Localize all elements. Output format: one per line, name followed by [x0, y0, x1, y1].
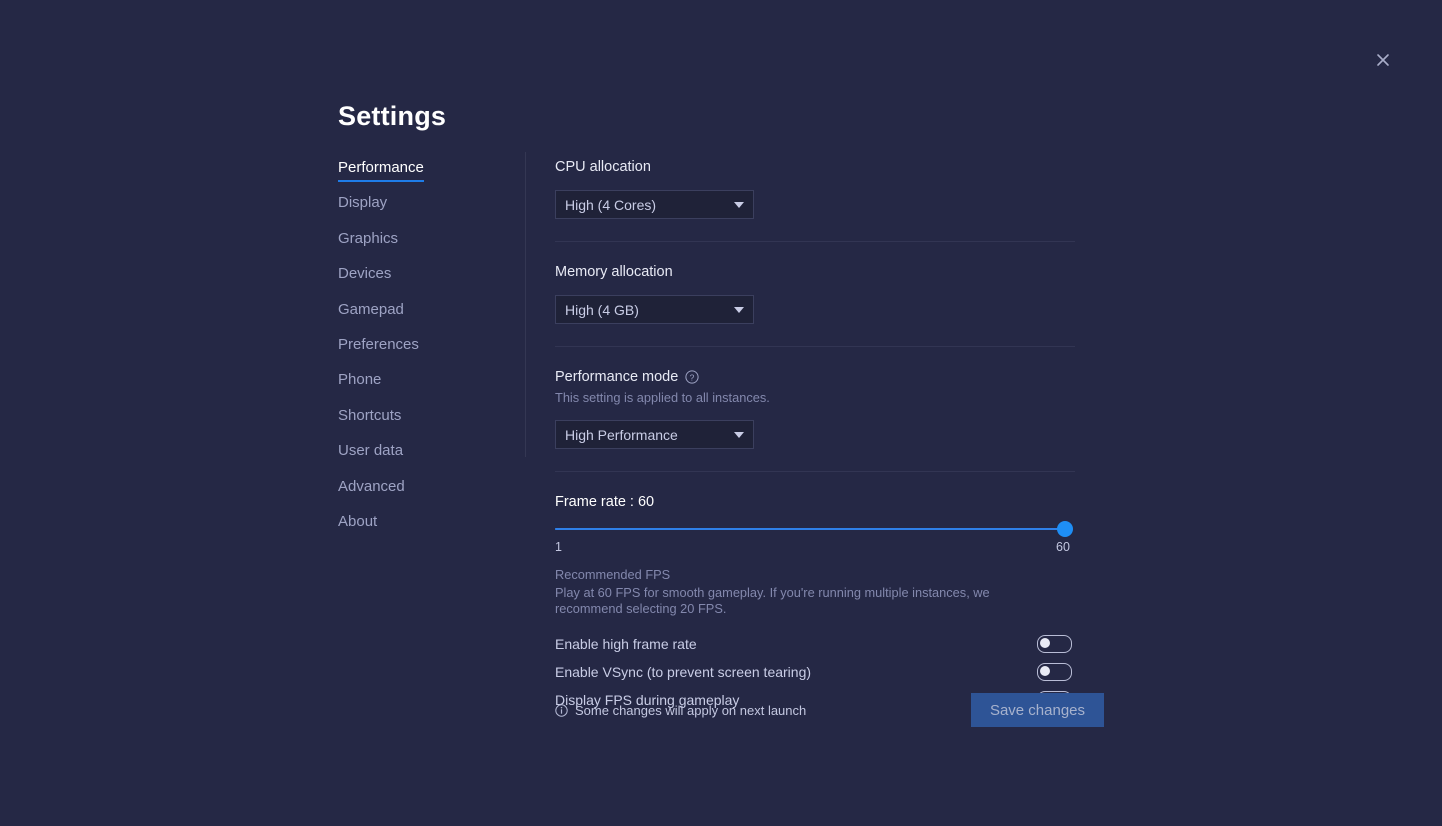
performance-mode-section: Performance mode ? This setting is appli… — [555, 368, 1075, 449]
toggle-high-frame-rate[interactable] — [1037, 635, 1072, 653]
section-divider — [555, 346, 1075, 347]
help-circle-icon[interactable]: ? — [685, 370, 699, 384]
cpu-allocation-select[interactable]: High (4 Cores) — [555, 190, 754, 219]
chevron-down-icon — [734, 431, 744, 438]
section-divider — [555, 471, 1075, 472]
sidebar-item-label: Graphics — [338, 229, 399, 247]
recommended-fps-body: Play at 60 FPS for smooth gameplay. If y… — [555, 585, 990, 616]
dialog-footer: Some changes will apply on next launch S… — [555, 693, 1104, 727]
cpu-allocation-section: CPU allocation High (4 Cores) — [555, 158, 1075, 219]
settings-nav: Performance Display Graphics Devices Gam… — [338, 158, 508, 547]
performance-mode-select[interactable]: High Performance — [555, 420, 754, 449]
sidebar-content-divider — [525, 152, 526, 457]
sidebar-item-display[interactable]: Display — [338, 193, 387, 212]
frame-rate-title: Frame rate : 60 — [555, 494, 655, 510]
sidebar-item-shortcuts[interactable]: Shortcuts — [338, 406, 401, 425]
performance-mode-value: High Performance — [565, 426, 678, 443]
sidebar-item-label: Display — [338, 194, 388, 212]
slider-fill — [555, 528, 1065, 530]
sidebar-item-preferences[interactable]: Preferences — [338, 335, 419, 354]
toggle-knob — [1040, 666, 1050, 676]
chevron-down-icon — [734, 201, 744, 208]
recommended-fps-title: Recommended FPS — [555, 567, 671, 582]
sidebar-item-advanced[interactable]: Advanced — [338, 477, 405, 496]
toggle-label: Enable VSync (to prevent screen tearing) — [555, 664, 812, 680]
slider-thumb[interactable] — [1057, 521, 1073, 537]
toggle-knob — [1040, 638, 1050, 648]
sidebar-item-label: Performance — [338, 159, 424, 176]
memory-allocation-label: Memory allocation — [555, 264, 673, 280]
sidebar-item-about[interactable]: About — [338, 512, 377, 531]
cpu-allocation-label: CPU allocation — [555, 159, 651, 175]
toggle-row-high-frame-rate: Enable high frame rate — [555, 630, 1072, 658]
footer-note: Some changes will apply on next launch — [555, 702, 806, 719]
performance-mode-label-row: Performance mode ? — [555, 368, 1075, 386]
section-divider — [555, 241, 1075, 242]
toggle-vsync[interactable] — [1037, 663, 1072, 681]
sidebar-item-phone[interactable]: Phone — [338, 370, 381, 389]
footer-note-text: Some changes will apply on next launch — [575, 702, 807, 718]
sidebar-item-label: Devices — [338, 265, 392, 283]
chevron-down-icon — [734, 306, 744, 313]
sidebar-item-label: Shortcuts — [338, 406, 402, 424]
memory-allocation-select[interactable]: High (4 GB) — [555, 295, 754, 324]
frame-rate-slider[interactable] — [555, 521, 1073, 537]
performance-mode-label: Performance mode — [555, 369, 679, 385]
slider-min-label: 1 — [555, 540, 562, 554]
settings-dialog: Settings Performance Display Graphics De… — [0, 0, 1442, 826]
sidebar-item-user-data[interactable]: User data — [338, 441, 403, 460]
page-title: Settings — [338, 101, 447, 131]
sidebar-item-performance[interactable]: Performance — [338, 158, 424, 182]
settings-content: CPU allocation High (4 Cores) Memory all… — [555, 158, 1075, 714]
toggle-label: Enable high frame rate — [555, 636, 697, 652]
memory-allocation-value: High (4 GB) — [565, 301, 639, 318]
sidebar-item-label: Phone — [338, 371, 382, 389]
sidebar-item-label: Preferences — [338, 335, 419, 353]
sidebar-item-gamepad[interactable]: Gamepad — [338, 300, 404, 319]
sidebar-item-label: Advanced — [338, 477, 405, 495]
info-circle-icon — [555, 703, 568, 717]
sidebar-item-label: Gamepad — [338, 300, 404, 318]
performance-mode-sublabel: This setting is applied to all instances… — [555, 390, 770, 405]
slider-max-label: 60 — [1056, 540, 1070, 554]
frame-rate-section: Frame rate : 60 1 60 Recommended FPS Pla… — [555, 493, 1075, 617]
sidebar-item-devices[interactable]: Devices — [338, 264, 391, 283]
svg-text:?: ? — [690, 372, 695, 382]
toggle-row-vsync: Enable VSync (to prevent screen tearing) — [555, 658, 1072, 686]
save-changes-button[interactable]: Save changes — [971, 693, 1104, 727]
sidebar-item-graphics[interactable]: Graphics — [338, 229, 398, 248]
cpu-allocation-value: High (4 Cores) — [565, 196, 657, 213]
memory-allocation-section: Memory allocation High (4 GB) — [555, 263, 1075, 324]
sidebar-item-label: About — [338, 512, 378, 530]
slider-scale: 1 60 — [555, 539, 1075, 555]
close-icon[interactable] — [1368, 45, 1398, 75]
sidebar-item-label: User data — [338, 442, 404, 460]
